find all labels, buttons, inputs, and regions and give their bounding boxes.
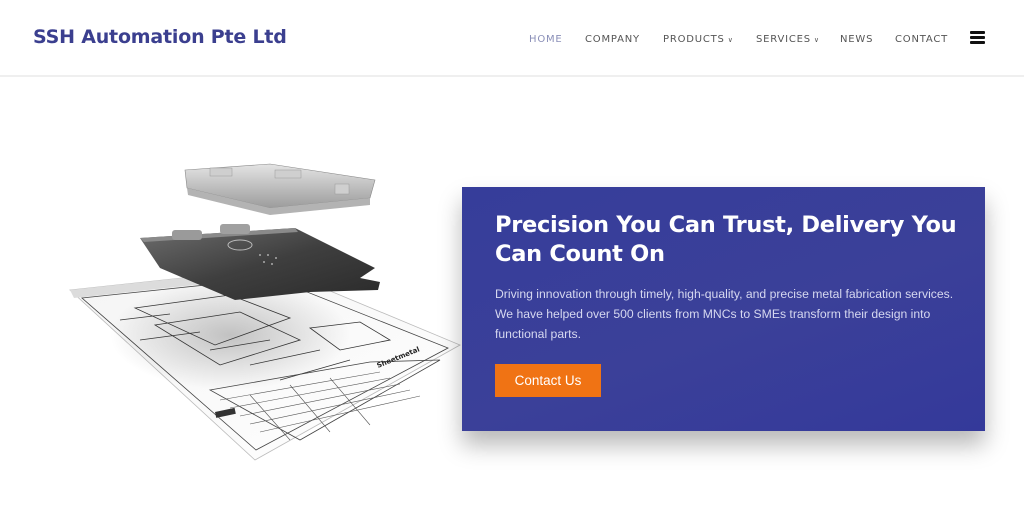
chevron-down-icon: ∨: [813, 35, 820, 44]
nav-item-home[interactable]: HOME: [529, 34, 563, 45]
brand-logo[interactable]: SSH Automation Pte Ltd: [33, 26, 287, 48]
metal-tray-part: [184, 163, 376, 215]
contact-us-button[interactable]: Contact Us: [495, 364, 601, 397]
nav-item-label: PRODUCTS: [663, 33, 725, 45]
site-header: SSH Automation Pte Ltd HOME COMPANY PROD…: [0, 0, 1024, 77]
nav-item-label: NEWS: [840, 33, 874, 45]
nav-item-products[interactable]: PRODUCTS ∨: [663, 34, 734, 45]
chevron-down-icon: ∨: [727, 35, 734, 44]
nav-item-services[interactable]: SERVICES ∨: [756, 34, 820, 45]
nav-item-news[interactable]: NEWS: [840, 34, 873, 45]
hamburger-bar: [970, 41, 985, 44]
hamburger-bar: [970, 36, 985, 39]
nav-item-company[interactable]: COMPANY: [585, 34, 640, 45]
nav-item-label: CONTACT: [895, 33, 949, 45]
hero-title: Precision You Can Trust, Delivery You Ca…: [495, 212, 957, 267]
nav-item-label: HOME: [529, 33, 563, 45]
nav-item-contact[interactable]: CONTACT: [895, 34, 948, 45]
nav-item-label: COMPANY: [585, 33, 640, 45]
sheet-metal-illustration: Sheetmetal: [69, 163, 461, 461]
hamburger-bar: [970, 31, 985, 34]
hamburger-menu-icon[interactable]: [970, 31, 985, 45]
nav-item-label: SERVICES: [756, 33, 811, 45]
hero-description: Driving innovation through timely, high-…: [495, 287, 954, 341]
hero-card: Precision You Can Trust, Delivery You Ca…: [462, 187, 985, 431]
